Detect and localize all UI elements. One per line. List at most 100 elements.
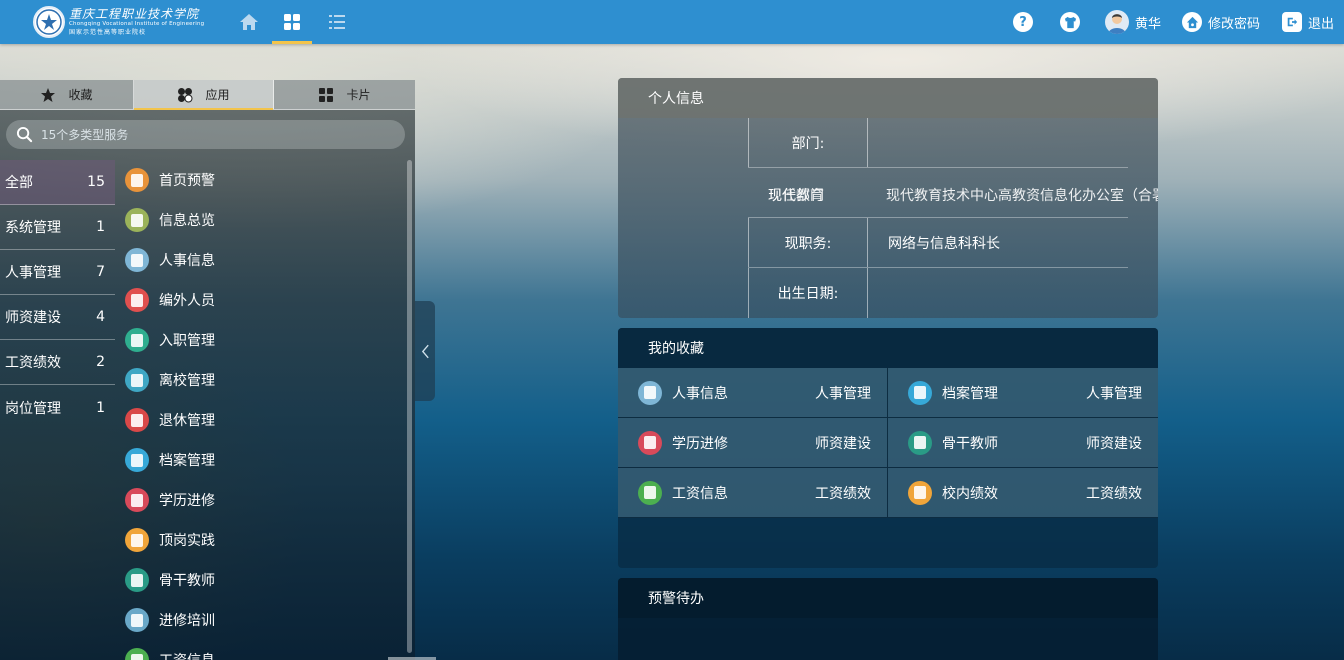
app-item[interactable]: 工资信息	[115, 640, 405, 660]
app-item[interactable]: 人事信息	[115, 240, 405, 280]
favorite-icon	[908, 430, 932, 455]
school-emblem-icon	[33, 6, 65, 38]
app-icon	[125, 328, 149, 352]
category-list: 全部 15 系统管理 1 人事管理 7 师资建设 4 工资绩效 2 岗位管理 1	[0, 160, 115, 430]
search-input[interactable]	[41, 127, 381, 142]
app-item[interactable]: 离校管理	[115, 360, 405, 400]
category-item-personnel[interactable]: 人事管理 7	[0, 250, 115, 295]
app-item[interactable]: 骨干教师	[115, 560, 405, 600]
card-title: 我的收藏	[618, 328, 1158, 368]
card-icon	[319, 87, 334, 102]
app-label: 人事信息	[159, 253, 215, 269]
category-label: 工资绩效	[5, 355, 61, 371]
app-label: 档案管理	[159, 453, 215, 469]
category-count: 1	[96, 219, 105, 235]
category-count: 7	[96, 264, 105, 280]
info-row-birthdate: 出生日期:	[748, 268, 1128, 318]
category-count: 15	[87, 174, 105, 190]
app-icon	[125, 248, 149, 272]
app-label: 顶岗实践	[159, 533, 215, 549]
tshirt-icon	[1060, 12, 1080, 32]
logo-chinese-name: 重庆工程职业技术学院	[69, 7, 200, 22]
category-count: 4	[96, 309, 105, 325]
favorite-category: 人事管理	[1086, 385, 1142, 402]
personal-info-table: 部门: 现代教育 现代教育技术中心高教资信息化办公室（合署） 现任部门 现职务:…	[748, 118, 1158, 318]
apps-view-button[interactable]	[272, 0, 312, 44]
tab-apps[interactable]: 应用	[134, 80, 274, 110]
favorite-item[interactable]: 人事信息 人事管理	[618, 368, 888, 418]
app-item[interactable]: 入职管理	[115, 320, 405, 360]
app-icon	[125, 488, 149, 512]
app-item[interactable]: 退休管理	[115, 400, 405, 440]
favorite-item[interactable]: 校内绩效 工资绩效	[888, 468, 1158, 518]
app-icon	[125, 368, 149, 392]
home-button[interactable]	[231, 0, 267, 44]
favorite-icon	[908, 480, 932, 505]
avatar	[1105, 10, 1129, 34]
favorite-name: 档案管理	[942, 385, 998, 402]
grid-icon	[284, 14, 300, 30]
overlapping-text-value: 现代教育技术中心高教资信息化办公室（合署）	[886, 188, 1158, 204]
tab-favorites[interactable]: 收藏	[0, 80, 134, 109]
list-view-button[interactable]	[319, 0, 355, 44]
info-value	[868, 118, 1128, 167]
logout-button[interactable]: 退出	[1282, 0, 1334, 44]
favorites-card: 我的收藏 人事信息 人事管理 档案管理 人事管理 学历进修 师资建设 骨干教师 师资建设 工资信…	[618, 328, 1158, 568]
app-item[interactable]: 学历进修	[115, 480, 405, 520]
category-count: 2	[96, 354, 105, 370]
star-icon	[41, 87, 56, 102]
app-item[interactable]: 信息总览	[115, 200, 405, 240]
category-item-positions[interactable]: 岗位管理 1	[0, 385, 115, 430]
info-label: 出生日期:	[748, 268, 868, 318]
favorite-category: 人事管理	[815, 385, 871, 402]
home-icon	[240, 14, 258, 30]
app-label: 信息总览	[159, 213, 215, 229]
user-profile[interactable]: 黄华	[1105, 0, 1161, 44]
app-icon	[125, 208, 149, 232]
favorite-item[interactable]: 学历进修 师资建设	[618, 418, 888, 468]
help-button[interactable]: ?	[1013, 0, 1033, 44]
app-item[interactable]: 档案管理	[115, 440, 405, 480]
app-item[interactable]: 顶岗实践	[115, 520, 405, 560]
favorite-icon	[638, 480, 662, 505]
favorite-category: 工资绩效	[1086, 485, 1142, 502]
favorite-item[interactable]: 工资信息 工资绩效	[618, 468, 888, 518]
info-label: 现任部门	[768, 188, 824, 204]
school-logo[interactable]: 重庆工程职业技术学院 Chongqing Vocational Institut…	[33, 4, 204, 40]
app-icon	[125, 168, 149, 192]
logout-icon	[1282, 12, 1302, 32]
category-item-all[interactable]: 全部 15	[0, 160, 115, 205]
favorite-item[interactable]: 档案管理 人事管理	[888, 368, 1158, 418]
app-item[interactable]: 进修培训	[115, 600, 405, 640]
category-label: 全部	[5, 175, 33, 191]
tab-cards[interactable]: 卡片	[274, 80, 415, 109]
logo-subtitle: 国家示范性高等职业院校	[69, 28, 147, 36]
service-search	[6, 120, 405, 149]
category-item-salary[interactable]: 工资绩效 2	[0, 340, 115, 385]
favorite-name: 骨干教师	[942, 435, 998, 452]
app-item[interactable]: 首页预警	[115, 160, 405, 200]
search-icon	[16, 126, 33, 143]
change-password-label: 修改密码	[1208, 16, 1261, 32]
category-item-faculty[interactable]: 师资建设 4	[0, 295, 115, 340]
favorites-grid: 人事信息 人事管理 档案管理 人事管理 学历进修 师资建设 骨干教师 师资建设 工资信息 工资绩效…	[618, 368, 1158, 518]
collapse-panel-button[interactable]	[415, 301, 435, 401]
app-list-scrollbar[interactable]	[407, 160, 412, 653]
info-label: 现职务:	[748, 218, 868, 267]
app-item[interactable]: 编外人员	[115, 280, 405, 320]
app-label: 骨干教师	[159, 573, 215, 589]
category-label: 系统管理	[5, 220, 61, 236]
favorite-item[interactable]: 骨干教师 师资建设	[888, 418, 1158, 468]
change-password-button[interactable]: 修改密码	[1182, 0, 1260, 44]
skin-button[interactable]	[1060, 0, 1080, 44]
info-value: 网络与信息科科长	[888, 235, 1000, 252]
favorite-icon	[908, 380, 932, 405]
app-icon	[125, 528, 149, 552]
user-name: 黄华	[1135, 16, 1162, 32]
category-item-system[interactable]: 系统管理 1	[0, 205, 115, 250]
app-icon	[125, 648, 149, 660]
app-icon	[125, 608, 149, 632]
favorite-category: 师资建设	[815, 435, 871, 452]
panel-tabs: 收藏 应用 卡片	[0, 80, 415, 110]
app-label: 学历进修	[159, 493, 215, 509]
